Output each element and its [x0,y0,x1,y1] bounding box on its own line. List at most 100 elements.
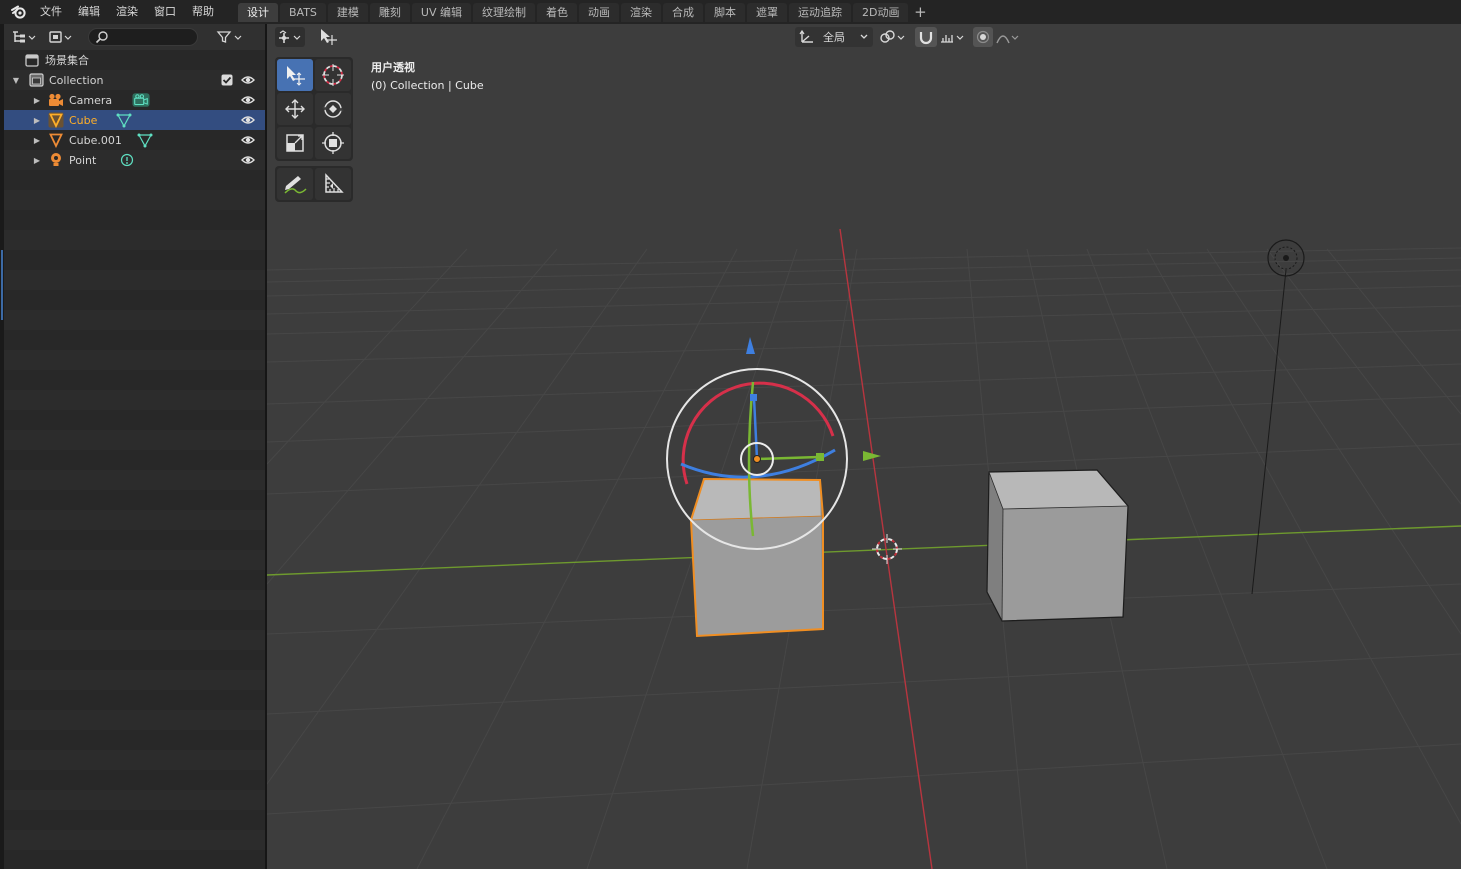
outliner-editor-icon [13,31,36,43]
empty-row [4,510,265,530]
empty-row [4,590,265,610]
camera-object-icon [48,92,64,108]
viewport-info-overlay: 用户透视 (0) Collection | Cube [371,59,484,95]
exclude-checkbox[interactable] [221,74,233,86]
tab-layout[interactable]: 设计 [238,2,278,22]
collection-label: Collection [49,73,104,87]
filter-button[interactable] [216,28,246,46]
visibility-eye-icon[interactable] [241,153,255,167]
transform-tool[interactable] [315,127,351,159]
tab-texture-paint[interactable]: 纹理绘制 [473,2,535,22]
tab-2d-animation[interactable]: 2D动画 [853,2,909,22]
select-box-tool[interactable] [277,59,313,91]
tab-sculpting[interactable]: 雕刻 [369,2,410,22]
outliner-item-camera[interactable]: ▶ Camera [4,90,265,110]
expand-toggle[interactable]: ▶ [4,116,48,125]
menu-render[interactable]: 渲染 [108,2,146,22]
snap-toggle-button[interactable] [915,27,937,47]
mesh-data-icon[interactable] [136,132,154,148]
object-interaction-mode-button[interactable] [275,27,305,47]
tab-masking[interactable]: 遮罩 [747,2,787,22]
collection-icon [28,72,44,88]
expand-toggle[interactable]: ▶ [4,96,48,105]
visibility-eye-icon[interactable] [241,73,255,87]
viewport-scene[interactable] [267,24,1461,869]
tab-uv-editing[interactable]: UV 编辑 [411,2,471,22]
measure-tool[interactable] [315,168,351,200]
scale-z-handle[interactable] [750,394,757,401]
expand-toggle[interactable]: ▶ [4,156,48,165]
blender-logo-icon[interactable] [6,0,32,24]
point-light-object[interactable] [1251,239,1305,595]
tab-modeling[interactable]: 建模 [327,2,368,22]
scale-y-handle[interactable] [816,453,824,461]
cursor-move-icon [321,29,337,45]
mesh-data-icon[interactable] [115,112,133,128]
empty-row [4,550,265,570]
visibility-eye-icon[interactable] [241,133,255,147]
rotate-tool[interactable] [315,93,351,125]
expand-toggle[interactable]: ▶ [4,136,48,145]
snap-target-button[interactable] [938,27,968,47]
display-mode-button[interactable] [48,28,76,46]
tool-group-select [275,57,353,161]
3d-viewport[interactable]: 全局 用户透视 (0) Collection | Cube [267,24,1461,869]
collapse-toggle[interactable]: ▼ [4,76,28,85]
cube-selected-object[interactable] [689,477,824,638]
outliner-item-cube-001[interactable]: ▶ Cube.001 [4,130,265,150]
empty-row [4,610,265,630]
empty-row [4,310,265,330]
cursor-tool[interactable] [315,59,351,91]
empty-row [4,290,265,310]
light-object-icon [48,152,64,168]
move-z-arrow[interactable] [746,337,755,354]
empty-row [4,830,265,850]
falloff-curve-icon [996,35,1019,44]
light-data-icon[interactable] [118,152,136,168]
empty-row [4,410,265,430]
menu-help[interactable]: 帮助 [184,2,222,22]
outliner-search-input[interactable] [88,28,198,46]
empty-row [4,750,265,770]
x-axis-line [839,228,933,869]
visibility-eye-icon[interactable] [241,93,255,107]
menu-edit[interactable]: 编辑 [70,2,108,22]
move-tool[interactable] [277,93,313,125]
collection-row[interactable]: ▼ Collection [4,70,265,90]
tab-shading[interactable]: 着色 [537,2,577,22]
camera-data-icon[interactable] [132,92,150,108]
pivot-point-button[interactable] [877,27,911,47]
outliner-item-point[interactable]: ▶ Point [4,150,265,170]
select-cursor-icon [287,66,305,86]
proportional-editing-button[interactable] [973,27,993,47]
menu-window[interactable]: 窗口 [146,2,184,22]
menu-file[interactable]: 文件 [32,2,70,22]
empty-row [4,630,265,650]
tab-animation[interactable]: 动画 [579,2,619,22]
scene-collection-row[interactable]: 场景集合 [4,50,265,70]
tab-rendering[interactable]: 渲染 [621,2,661,22]
falloff-type-button[interactable] [994,27,1024,47]
tab-motion-tracking[interactable]: 运动追踪 [789,2,851,22]
transform-icon [322,132,344,154]
tab-scripting[interactable]: 脚本 [705,2,745,22]
transform-orientation-select[interactable]: 全局 [795,27,873,47]
editor-type-button[interactable] [10,28,38,46]
active-context-text: (0) Collection | Cube [371,79,484,92]
empty-row [4,470,265,490]
tab-bats[interactable]: BATS [280,2,326,22]
rotate-x-arc[interactable] [681,381,835,485]
cube-001-object[interactable] [986,469,1129,622]
chevron-down-icon [860,34,868,39]
empty-row [4,170,265,190]
visibility-eye-icon[interactable] [241,113,255,127]
select-box-mode-button[interactable] [317,27,341,47]
tab-compositing[interactable]: 合成 [663,2,703,22]
annotate-tool[interactable] [277,168,313,200]
add-workspace-button[interactable]: + [910,3,930,22]
empty-row [4,490,265,510]
move-y-axis[interactable] [756,455,820,461]
outliner-item-cube[interactable]: ▶ Cube [4,110,265,130]
scale-tool[interactable] [277,127,313,159]
move-z-axis[interactable] [752,397,759,460]
